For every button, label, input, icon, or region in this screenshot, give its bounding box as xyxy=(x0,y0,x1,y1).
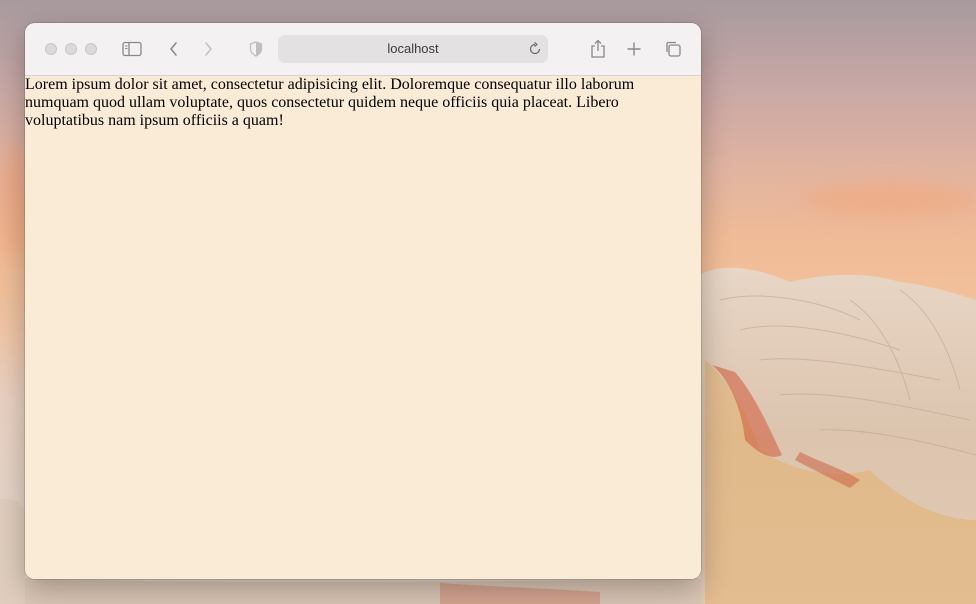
browser-toolbar: localhost xyxy=(25,23,701,76)
tab-overview-icon[interactable] xyxy=(661,37,685,61)
privacy-shield-icon[interactable] xyxy=(244,37,268,61)
new-tab-icon[interactable] xyxy=(622,37,646,61)
sidebar-icon[interactable] xyxy=(120,37,144,61)
reload-icon[interactable] xyxy=(526,40,544,58)
zoom-button[interactable] xyxy=(85,43,97,55)
share-icon[interactable] xyxy=(586,37,610,61)
lorem-paragraph: Lorem ipsum dolor sit amet, consectetur … xyxy=(25,76,635,129)
web-page-content: Lorem ipsum dolor sit amet, consectetur … xyxy=(25,76,701,579)
minimize-button[interactable] xyxy=(65,43,77,55)
back-icon[interactable] xyxy=(162,37,186,61)
forward-icon[interactable] xyxy=(196,37,220,61)
address-text: localhost xyxy=(387,41,439,56)
close-button[interactable] xyxy=(45,43,57,55)
browser-window: localhost Lorem ipsum dolor sit amet, co… xyxy=(25,23,701,579)
address-bar[interactable]: localhost xyxy=(278,35,548,63)
